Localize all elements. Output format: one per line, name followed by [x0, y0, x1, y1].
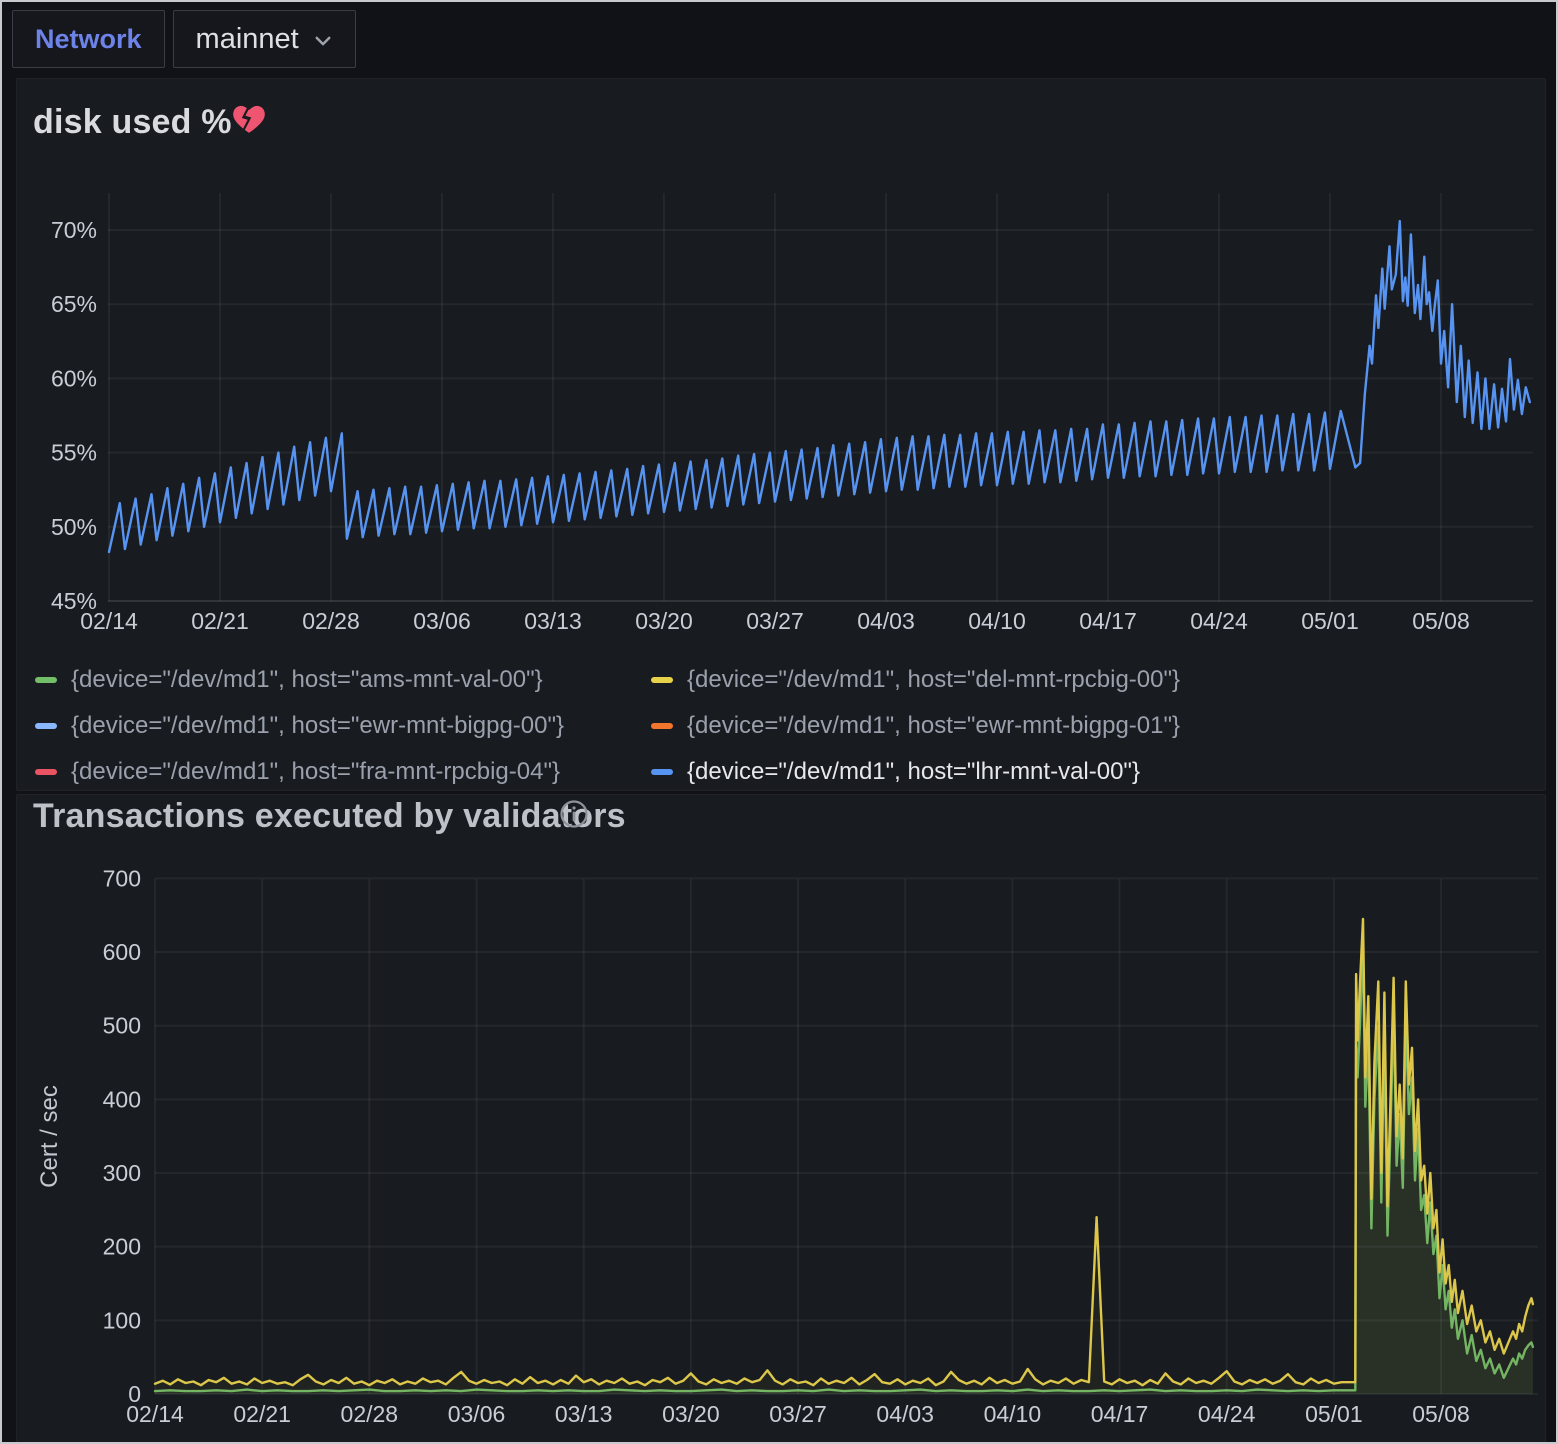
svg-text:04/10: 04/10 [968, 608, 1026, 634]
svg-text:03/20: 03/20 [662, 1401, 720, 1427]
panel-disk-used: disk used % 02/1402/2102/2803/0603/1303/… [16, 78, 1546, 791]
legend-item-ewr-mnt-bigpg-01[interactable]: {device="/dev/md1", host="ewr-mnt-bigpg-… [651, 703, 1535, 749]
svg-text:04/10: 04/10 [984, 1401, 1042, 1427]
disk-used-chart-canvas[interactable]: 02/1402/2102/2803/0603/1303/2003/2704/03… [17, 159, 1547, 659]
svg-text:200: 200 [103, 1234, 141, 1260]
series-color-marker [35, 769, 57, 775]
transactions-chart-canvas[interactable]: 02/1402/2102/2803/0603/1303/2003/2704/03… [17, 855, 1547, 1444]
svg-text:55%: 55% [51, 440, 97, 466]
svg-text:600: 600 [103, 939, 141, 965]
svg-text:02/28: 02/28 [302, 608, 360, 634]
svg-text:45%: 45% [51, 588, 97, 614]
svg-text:60%: 60% [51, 365, 97, 391]
svg-text:03/13: 03/13 [524, 608, 582, 634]
svg-text:300: 300 [103, 1160, 141, 1186]
svg-text:03/13: 03/13 [555, 1401, 613, 1427]
alert-broken-heart-icon[interactable] [231, 101, 267, 142]
svg-text:05/01: 05/01 [1301, 608, 1359, 634]
svg-text:70%: 70% [51, 217, 97, 243]
legend-item-lhr-mnt-val-00[interactable]: {device="/dev/md1", host="lhr-mnt-val-00… [651, 749, 1535, 795]
svg-text:03/27: 03/27 [769, 1401, 827, 1427]
series-color-marker [35, 723, 57, 729]
svg-text:02/21: 02/21 [191, 608, 249, 634]
svg-text:04/03: 04/03 [876, 1401, 934, 1427]
network-label: Network [35, 24, 142, 55]
disk-chart-legend: {device="/dev/md1", host="ams-mnt-val-00… [35, 657, 1535, 795]
chevron-down-icon [313, 31, 333, 51]
info-icon[interactable] [559, 799, 589, 834]
dashboard: Network mainnet disk used % 02/1402/2102… [0, 0, 1558, 1444]
series-color-marker [651, 769, 673, 775]
svg-text:500: 500 [103, 1013, 141, 1039]
svg-text:04/17: 04/17 [1079, 608, 1137, 634]
network-variable-dropdown[interactable]: mainnet [173, 10, 356, 68]
svg-text:05/08: 05/08 [1412, 1401, 1470, 1427]
panel-transactions: Transactions executed by validators 02/1… [16, 794, 1546, 1444]
svg-text:400: 400 [103, 1086, 141, 1112]
series-color-marker [35, 677, 57, 683]
legend-item-fra-mnt-rpcbig-04[interactable]: {device="/dev/md1", host="fra-mnt-rpcbig… [35, 749, 651, 795]
svg-text:04/24: 04/24 [1198, 1401, 1256, 1427]
svg-text:04/17: 04/17 [1091, 1401, 1149, 1427]
svg-text:65%: 65% [51, 291, 97, 317]
network-value[interactable]: mainnet [196, 23, 299, 56]
svg-text:0: 0 [128, 1381, 141, 1407]
legend-item-ewr-mnt-bigpg-00[interactable]: {device="/dev/md1", host="ewr-mnt-bigpg-… [35, 703, 651, 749]
series-color-marker [651, 677, 673, 683]
variables-toolbar: Network mainnet [12, 10, 356, 68]
svg-text:03/06: 03/06 [448, 1401, 506, 1427]
svg-text:04/03: 04/03 [857, 608, 915, 634]
svg-text:05/01: 05/01 [1305, 1401, 1363, 1427]
svg-text:Cert / sec: Cert / sec [36, 1085, 63, 1188]
legend-item-del-mnt-rpcbig-00[interactable]: {device="/dev/md1", host="del-mnt-rpcbig… [651, 657, 1535, 703]
panel-title-disk-used[interactable]: disk used % [33, 103, 232, 142]
svg-text:03/27: 03/27 [746, 608, 804, 634]
svg-text:50%: 50% [51, 514, 97, 540]
series-color-marker [651, 723, 673, 729]
svg-text:03/06: 03/06 [413, 608, 471, 634]
svg-text:05/08: 05/08 [1412, 608, 1470, 634]
svg-text:04/24: 04/24 [1190, 608, 1248, 634]
svg-text:02/28: 02/28 [341, 1401, 399, 1427]
legend-item-ams-mnt-val-00[interactable]: {device="/dev/md1", host="ams-mnt-val-00… [35, 657, 651, 703]
svg-text:03/20: 03/20 [635, 608, 693, 634]
svg-text:700: 700 [103, 865, 141, 891]
network-variable-label: Network [12, 10, 165, 68]
panel-title-transactions[interactable]: Transactions executed by validators [33, 797, 626, 836]
svg-text:02/21: 02/21 [233, 1401, 291, 1427]
svg-text:100: 100 [103, 1307, 141, 1333]
